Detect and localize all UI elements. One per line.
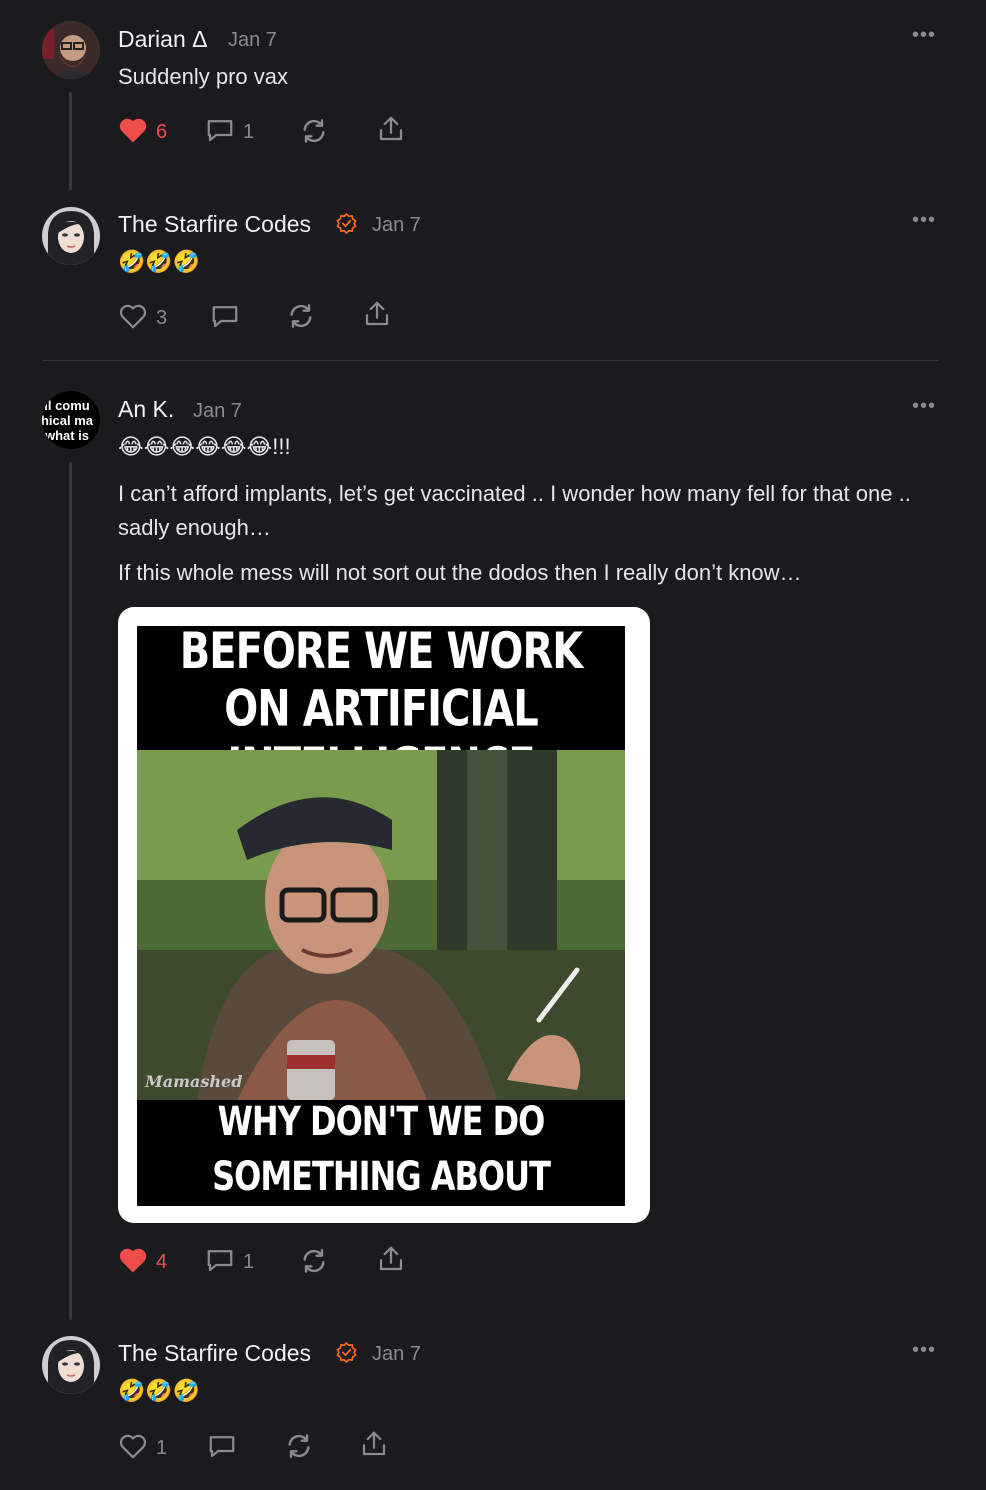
restack-icon — [285, 304, 317, 335]
author-name[interactable]: The Starfire Codes — [118, 211, 311, 238]
meme-image[interactable]: BEFORE WE WORK ON ARTIFICIAL INTELLIGENC… — [118, 607, 650, 1223]
meme-photo — [137, 750, 625, 1100]
comment-emoji-text: 😂😂😂😂😂😂!!! — [118, 434, 291, 459]
comment-paragraph: I can’t afford implants, let’s get vacci… — [118, 481, 911, 540]
share-icon — [376, 116, 406, 148]
restack-icon — [298, 119, 330, 150]
more-options-button[interactable]: ••• — [912, 209, 936, 232]
author-name[interactable]: An K. — [118, 396, 174, 423]
thread-line — [69, 462, 72, 1320]
share-button[interactable] — [376, 1244, 406, 1279]
avatar[interactable] — [42, 207, 100, 265]
restack-button[interactable] — [285, 301, 317, 336]
like-count: 4 — [156, 1251, 168, 1273]
comment-text: 🤣🤣🤣 — [118, 249, 201, 274]
share-button[interactable] — [359, 1429, 389, 1464]
meme-watermark: Mamashed — [145, 1072, 243, 1091]
more-options-button[interactable]: ••• — [912, 24, 936, 47]
avatar[interactable] — [42, 1336, 100, 1394]
share-icon — [359, 1431, 389, 1463]
like-count: 6 — [156, 121, 168, 143]
meme-inner: BEFORE WE WORK ON ARTIFICIAL INTELLIGENC… — [137, 626, 625, 1206]
comment-date: Jan 7 — [372, 214, 421, 236]
share-icon — [376, 1246, 406, 1278]
comment-bubble-icon — [207, 1436, 237, 1464]
like-button[interactable]: 6 — [118, 116, 167, 149]
avatar-text: ll comu hical ma what is — [42, 397, 94, 443]
more-options-button[interactable]: ••• — [912, 395, 936, 418]
comment-paragraph: If this whole mess will not sort out the… — [118, 560, 802, 585]
reply-button[interactable] — [207, 1432, 237, 1465]
reply-count: 1 — [243, 1251, 255, 1273]
restack-button[interactable] — [298, 1246, 330, 1281]
comment-bubble-icon — [205, 116, 235, 149]
heart-outline-icon — [118, 1432, 148, 1465]
comment-bubble-icon — [205, 1246, 235, 1279]
like-button[interactable]: 3 — [118, 302, 167, 335]
share-button[interactable] — [376, 114, 406, 149]
meme-bottom-caption: WHY DON'T WE DO SOMETHING ABOUT NATURAL … — [212, 1097, 551, 1200]
restack-icon — [298, 1249, 330, 1280]
comment-text: Suddenly pro vax — [118, 64, 288, 89]
like-count: 3 — [156, 307, 168, 329]
reply-button[interactable]: 1 — [205, 116, 254, 149]
like-button[interactable]: 1 — [118, 1432, 167, 1465]
author-name[interactable]: Darian Δ — [118, 26, 208, 53]
like-count: 1 — [156, 1437, 168, 1459]
comment-bubble-icon — [210, 306, 240, 334]
thread-line — [69, 92, 72, 190]
heart-filled-icon — [118, 116, 148, 149]
comment-text: 🤣🤣🤣 — [118, 1378, 201, 1403]
avatar[interactable]: ll comu hical ma what is — [42, 391, 100, 449]
comment-date: Jan 7 — [193, 400, 242, 422]
share-button[interactable] — [362, 299, 392, 334]
restack-button[interactable] — [283, 1431, 315, 1466]
heart-outline-icon — [118, 302, 148, 335]
reply-button[interactable] — [210, 302, 240, 335]
more-options-button[interactable]: ••• — [912, 1339, 936, 1362]
share-icon — [362, 301, 392, 333]
like-button[interactable]: 4 — [118, 1246, 167, 1279]
avatar[interactable] — [42, 21, 100, 79]
comment-date: Jan 7 — [372, 1343, 421, 1365]
heart-filled-icon — [118, 1246, 148, 1279]
restack-icon — [283, 1434, 315, 1465]
author-name[interactable]: The Starfire Codes — [118, 1340, 311, 1367]
reply-count: 1 — [243, 121, 255, 143]
verified-badge-icon — [336, 212, 357, 235]
verified-badge-icon — [336, 1341, 357, 1364]
restack-button[interactable] — [298, 116, 330, 151]
comment-date: Jan 7 — [228, 29, 277, 51]
thread-divider — [42, 360, 939, 361]
reply-button[interactable]: 1 — [205, 1246, 254, 1279]
